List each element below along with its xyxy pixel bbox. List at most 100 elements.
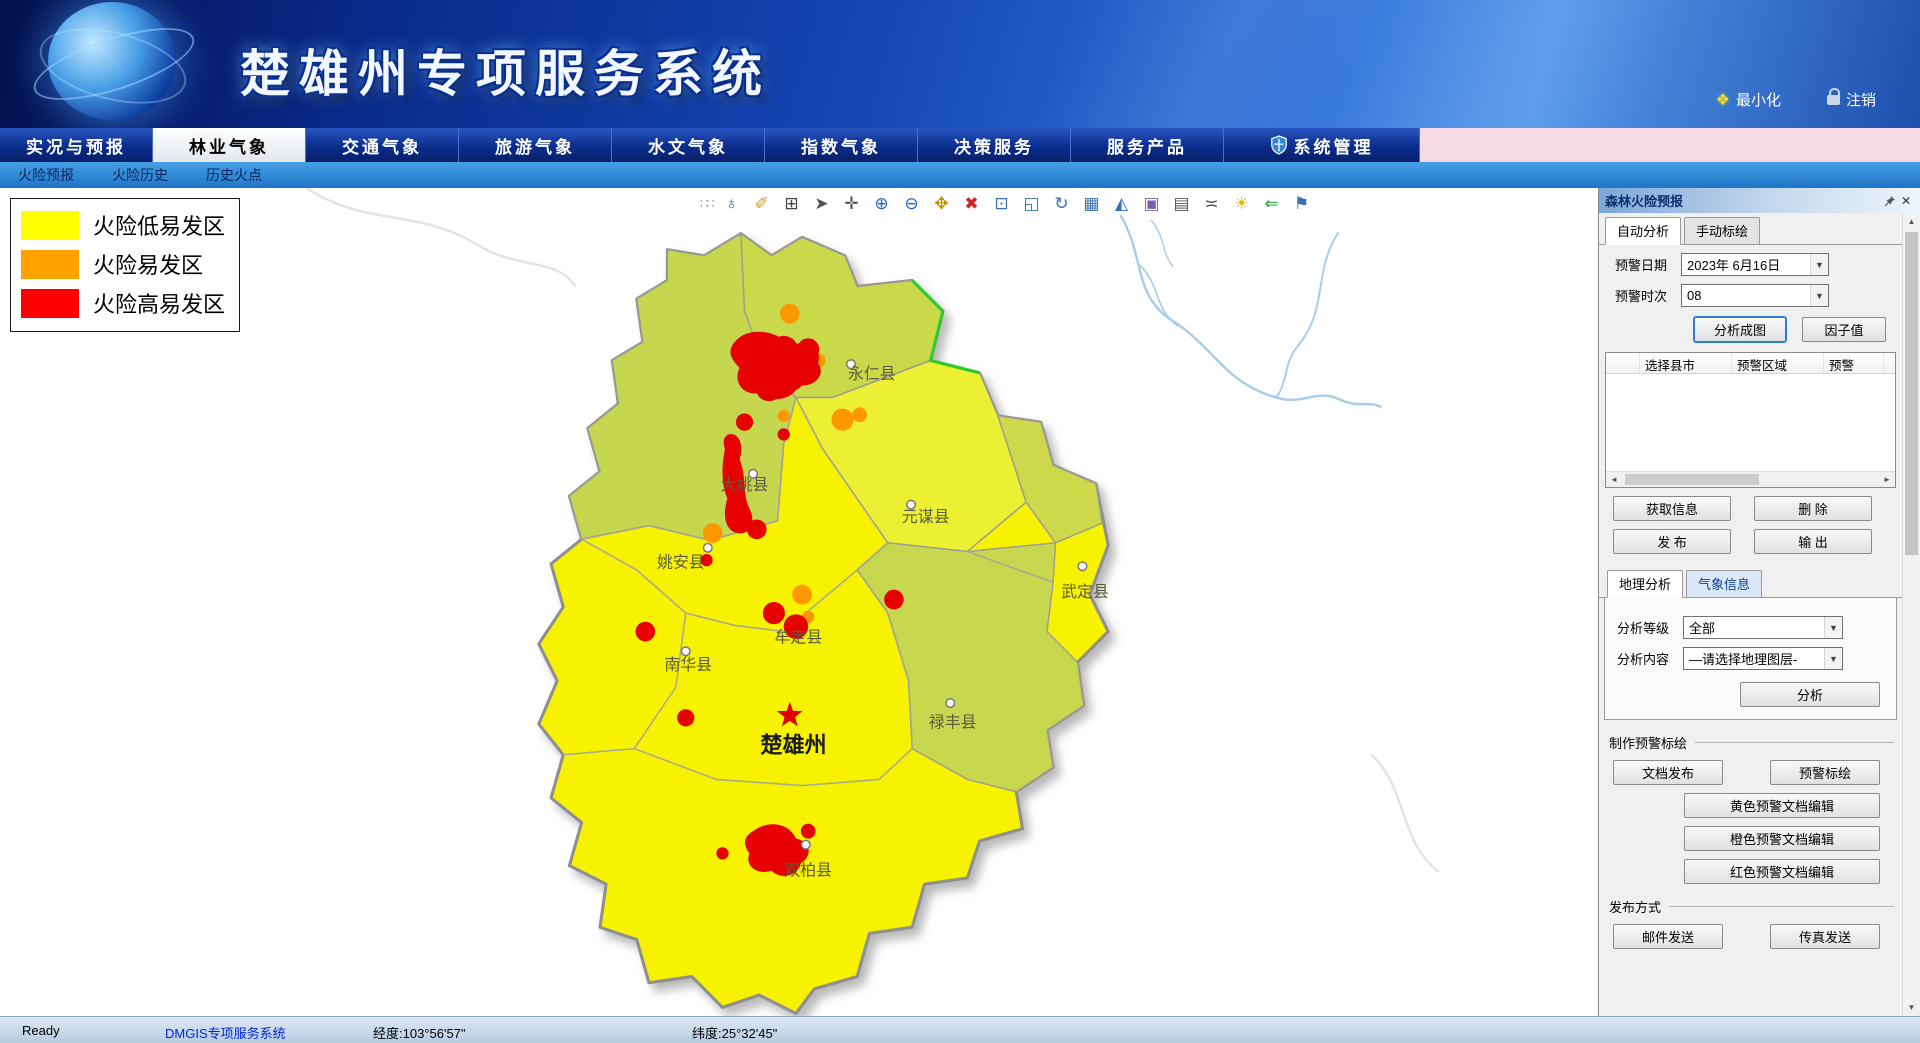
legend-swatch [21, 289, 79, 318]
toolbar-grip[interactable]: ∷∷ [700, 196, 713, 212]
tab-auto-analysis[interactable]: 自动分析 [1605, 217, 1681, 245]
logout-button[interactable]: 注销 [1827, 89, 1876, 110]
output-button[interactable]: 输 出 [1754, 529, 1872, 554]
column-header-选择县市[interactable]: 选择县市 [1640, 353, 1732, 373]
lock-icon [1827, 95, 1840, 105]
warn-plot-button[interactable]: 预警标绘 [1770, 760, 1880, 785]
tab-label: 林业气象 [189, 133, 269, 158]
tab-水文气象[interactable]: 水文气象 [612, 128, 765, 162]
prev-extent-icon[interactable]: ◱ [1021, 193, 1043, 215]
table-icon[interactable]: ▦ [1081, 193, 1103, 215]
flag-icon[interactable]: ⚑ [1291, 193, 1313, 215]
draw-ruler-icon[interactable]: ✐ [751, 193, 773, 215]
email-send-button[interactable]: 邮件发送 [1613, 924, 1723, 949]
tab-系统管理[interactable]: 系统管理 [1224, 128, 1420, 162]
hscroll-thumb[interactable] [1625, 474, 1759, 485]
get-info-button[interactable]: 获取信息 [1613, 496, 1731, 521]
county-label: 南华县 [664, 656, 712, 674]
minimize-icon: ❖ [1716, 90, 1730, 110]
subnav-item-火险预报[interactable]: 火险预报 [18, 165, 74, 185]
fax-send-button[interactable]: 传真发送 [1770, 924, 1880, 949]
scroll-right-icon[interactable]: ► [1879, 472, 1895, 488]
forest-fire-panel: 森林火险预报 ✕ 自动分析 手动标绘 预警日期 2 [1598, 188, 1920, 1016]
clear-icon[interactable]: ✖ [961, 193, 983, 215]
print-icon[interactable]: ▤ [1171, 193, 1193, 215]
yellow-doc-edit-button[interactable]: 黄色预警文档编辑 [1684, 793, 1880, 818]
back-icon[interactable]: ⇐ [1261, 193, 1283, 215]
tab-weather-info[interactable]: 气象信息 [1686, 570, 1762, 597]
pan-hand-icon[interactable]: ✥ [931, 193, 953, 215]
publish-button[interactable]: 发 布 [1613, 529, 1731, 554]
orange-doc-edit-button[interactable]: 橙色预警文档编辑 [1684, 826, 1880, 851]
listview-hscrollbar[interactable]: ◄ ► [1606, 471, 1895, 487]
tab-指数气象[interactable]: 指数气象 [765, 128, 918, 162]
tab-label: 实况与预报 [26, 133, 126, 158]
analysis-level-label: 分析等级 [1617, 618, 1683, 637]
globe-icon[interactable]: ♁ [721, 193, 743, 215]
map-toolbar: ∷∷ ♁ ✐ ⊞ ➤ ✛ ⊕ ⊖ ✥ ✖ ⊡ ◱ ↻ ▦ ◭ ▣ ▤ ≍ ☀ ⇐ ⚑ [700, 192, 1313, 216]
scroll-up-icon[interactable]: ▲ [1903, 213, 1920, 230]
legend-swatch [21, 211, 79, 240]
tab-geo-analysis[interactable]: 地理分析 [1607, 570, 1683, 598]
chart-icon[interactable]: ◭ [1111, 193, 1133, 215]
image-icon[interactable]: ▣ [1141, 193, 1163, 215]
zoom-out-icon[interactable]: ⊖ [901, 193, 923, 215]
vscroll-thumb[interactable] [1905, 232, 1918, 555]
panel-vscrollbar[interactable]: ▲ ▼ [1902, 213, 1920, 1016]
close-icon[interactable]: ✕ [1898, 193, 1914, 209]
tab-manual-plot[interactable]: 手动标绘 [1684, 217, 1760, 244]
county-label: 武定县 [1061, 583, 1109, 601]
listview-header: 选择县市预警区域预警 [1606, 353, 1895, 374]
analysis-level-select[interactable]: 全部 ▼ [1683, 616, 1843, 639]
county-label: 禄丰县 [929, 714, 977, 732]
map-area: 永仁县 大姚县 元谋县 姚安县 武定县 南华县 牟定县 禄丰县 双柏县 楚雄州 … [0, 188, 1598, 1016]
globe-logo [48, 2, 176, 120]
bulb-icon[interactable]: ☀ [1231, 193, 1253, 215]
column-header-blank[interactable] [1606, 353, 1640, 373]
column-header-预警[interactable]: 预警 [1824, 353, 1884, 373]
zoom-box-icon[interactable]: ⊞ [781, 193, 803, 215]
tab-旅游气象[interactable]: 旅游气象 [459, 128, 612, 162]
full-extent-icon[interactable]: ⊡ [991, 193, 1013, 215]
factor-value-button[interactable]: 因子值 [1802, 317, 1886, 342]
analysis-tabs: 自动分析 手动标绘 [1599, 213, 1902, 245]
subnav-item-火险历史[interactable]: 火险历史 [112, 165, 168, 185]
county-label: 牟定县 [775, 629, 823, 647]
analysis-content-select[interactable]: —请选择地理图层- ▼ [1683, 647, 1843, 670]
scale-icon[interactable]: ≍ [1201, 193, 1223, 215]
red-doc-edit-button[interactable]: 红色预警文档编辑 [1684, 859, 1880, 884]
column-header-预警区域[interactable]: 预警区域 [1732, 353, 1824, 373]
map-legend: 火险低易发区火险易发区火险高易发区 [10, 198, 240, 332]
tab-决策服务[interactable]: 决策服务 [918, 128, 1071, 162]
zoom-in-icon[interactable]: ⊕ [871, 193, 893, 215]
listview-body[interactable] [1606, 374, 1895, 471]
app-header: 楚雄州专项服务系统 ❖ 最小化 注销 [0, 0, 1920, 128]
county-label: 永仁县 [848, 365, 896, 383]
warn-date-select[interactable]: 2023年 6月16日 ▼ [1681, 253, 1829, 276]
tab-交通气象[interactable]: 交通气象 [306, 128, 459, 162]
panel-title: 森林火险预报 [1605, 191, 1683, 210]
legend-label: 火险高易发区 [93, 287, 225, 319]
select-arrow-icon[interactable]: ➤ [811, 193, 833, 215]
analyze-button[interactable]: 分析 [1740, 682, 1880, 707]
river-lines [1120, 215, 1381, 407]
tab-label: 旅游气象 [495, 133, 575, 158]
minimize-button[interactable]: ❖ 最小化 [1716, 89, 1781, 110]
scroll-down-icon[interactable]: ▼ [1903, 999, 1920, 1016]
tab-服务产品[interactable]: 服务产品 [1071, 128, 1224, 162]
analyze-map-button[interactable]: 分析成图 [1694, 317, 1786, 342]
scroll-left-icon[interactable]: ◄ [1606, 472, 1622, 488]
tab-林业气象[interactable]: 林业气象 [153, 128, 306, 162]
status-bar: Ready DMGIS专项服务系统 经度:103°56'57" 纬度:25°32… [0, 1016, 1920, 1043]
identify-icon[interactable]: ✛ [841, 193, 863, 215]
pin-icon[interactable] [1882, 193, 1898, 209]
warning-listview[interactable]: 选择县市预警区域预警 ◄ ► [1605, 352, 1896, 488]
tab-实况与预报[interactable]: 实况与预报 [0, 128, 153, 162]
delete-button[interactable]: 删 除 [1754, 496, 1872, 521]
doc-publish-button[interactable]: 文档发布 [1613, 760, 1723, 785]
subnav-item-历史火点[interactable]: 历史火点 [206, 165, 262, 185]
status-system-link[interactable]: DMGIS专项服务系统 [165, 1023, 286, 1042]
warn-time-select[interactable]: 08 ▼ [1681, 284, 1829, 307]
tab-label: 水文气象 [648, 133, 728, 158]
refresh-icon[interactable]: ↻ [1051, 193, 1073, 215]
